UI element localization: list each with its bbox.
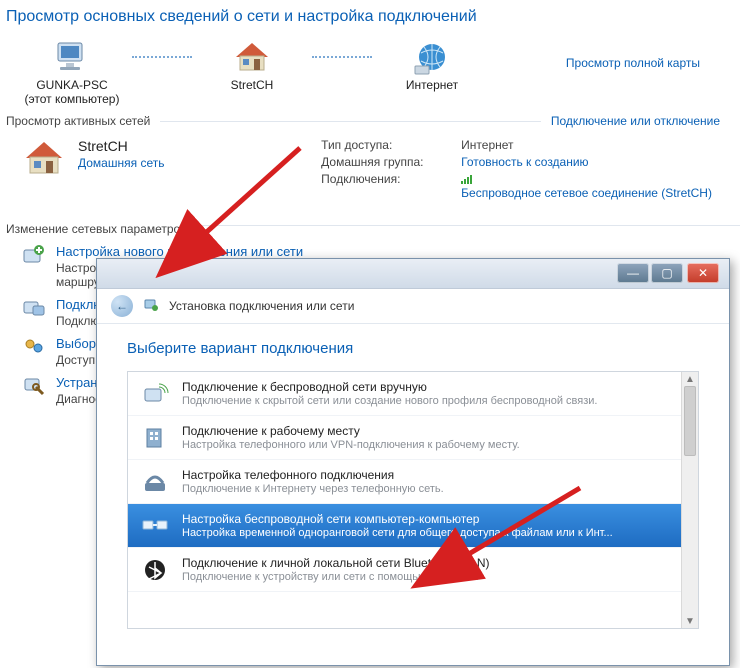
scroll-up-icon[interactable]: ▲	[682, 372, 698, 386]
back-button[interactable]: ←	[111, 295, 133, 317]
active-network-block: StretCH Домашняя сеть Тип доступа: Интер…	[0, 128, 740, 206]
active-networks-label: Просмотр активных сетей	[0, 114, 150, 128]
wireless-icon	[140, 381, 170, 407]
connection-link[interactable]: Беспроводное сетевое соединение (StretCH…	[461, 186, 712, 200]
wizard-title: Установка подключения или сети	[169, 299, 354, 313]
access-type-value: Интернет	[461, 138, 732, 152]
globe-icon	[412, 36, 452, 78]
separator-line	[160, 121, 541, 122]
connections-label: Подключения:	[321, 172, 461, 200]
map-local-name: GUNKA-PSC	[36, 78, 107, 92]
map-internet: Интернет	[372, 36, 492, 92]
map-connector	[132, 56, 192, 58]
signal-icon	[461, 172, 479, 186]
minimize-button[interactable]: —	[617, 263, 649, 283]
page-heading: Просмотр основных сведений о сети и наст…	[0, 0, 740, 32]
option-desc: Подключение к устройству или сети с помо…	[182, 571, 490, 583]
homegroup-label: Домашняя группа:	[321, 155, 461, 169]
phone-icon	[140, 469, 170, 495]
house-icon	[232, 36, 272, 78]
option-title: Подключение к личной локальной сети Blue…	[182, 556, 490, 570]
new-connection-icon	[22, 244, 46, 266]
option-manual-wireless[interactable]: Подключение к беспроводной сети вручную …	[128, 372, 698, 416]
homegroup-icon	[22, 336, 46, 358]
view-full-map-link[interactable]: Просмотр полной карты	[566, 36, 700, 70]
wizard-heading: Выберите вариант подключения	[127, 340, 699, 357]
map-router-name: StretCH	[231, 78, 274, 92]
option-title: Подключение к рабочему месту	[182, 424, 520, 438]
shield-icon	[143, 297, 159, 316]
building-icon	[140, 425, 170, 451]
connect-disconnect-link[interactable]: Подключение или отключение	[551, 114, 740, 128]
option-title: Настройка телефонного подключения	[182, 468, 444, 482]
access-type-label: Тип доступа:	[321, 138, 461, 152]
option-desc: Подключение к Интернету через телефонную…	[182, 483, 444, 495]
option-title: Подключение к беспроводной сети вручную	[182, 380, 597, 394]
separator-line	[197, 225, 740, 226]
adhoc-icon	[140, 513, 170, 539]
option-bluetooth-pan[interactable]: Подключение к личной локальной сети Blue…	[128, 548, 698, 592]
scroll-thumb[interactable]	[684, 386, 696, 456]
bluetooth-icon	[140, 557, 170, 583]
param-title: Настройка нового подключения или сети	[56, 244, 730, 259]
option-workplace[interactable]: Подключение к рабочему месту Настройка т…	[128, 416, 698, 460]
option-dialup[interactable]: Настройка телефонного подключения Подклю…	[128, 460, 698, 504]
connect-icon	[22, 297, 46, 319]
option-desc: Настройка телефонного или VPN-подключени…	[182, 439, 520, 451]
option-desc: Настройка временной одноранговой сети дл…	[182, 527, 613, 539]
map-internet-name: Интернет	[406, 78, 458, 92]
home-network-link[interactable]: Домашняя сеть	[78, 156, 164, 170]
map-local-computer: GUNKA-PSC (этот компьютер)	[12, 36, 132, 106]
troubleshoot-icon	[22, 375, 46, 397]
active-network-name: StretCH	[78, 138, 164, 154]
wizard-header: ← Установка подключения или сети	[97, 289, 729, 324]
wizard-titlebar[interactable]: — ▢ ✕	[97, 259, 729, 289]
close-button[interactable]: ✕	[687, 263, 719, 283]
computer-icon	[52, 36, 92, 78]
wizard-body: Выберите вариант подключения Подключение…	[97, 324, 729, 664]
change-network-params-label: Изменение сетевых параметров	[0, 212, 187, 238]
option-desc: Подключение к скрытой сети или создание …	[182, 395, 597, 407]
option-list: Подключение к беспроводной сети вручную …	[127, 371, 699, 629]
active-networks-header: Просмотр активных сетей Подключение или …	[0, 114, 740, 128]
option-title: Настройка беспроводной сети компьютер-ко…	[182, 512, 613, 526]
map-connector	[312, 56, 372, 58]
map-local-subtitle: (этот компьютер)	[25, 92, 120, 106]
active-network-details: Тип доступа: Интернет Домашняя группа: Г…	[321, 138, 732, 200]
house-icon	[22, 138, 66, 181]
maximize-button[interactable]: ▢	[651, 263, 683, 283]
network-map: GUNKA-PSC (этот компьютер) StretCH Интер…	[0, 32, 740, 108]
option-adhoc-wireless[interactable]: Настройка беспроводной сети компьютер-ко…	[128, 504, 698, 548]
scroll-down-icon[interactable]: ▼	[682, 614, 698, 628]
homegroup-link[interactable]: Готовность к созданию	[461, 155, 732, 169]
wizard-window: — ▢ ✕ ← Установка подключения или сети В…	[96, 258, 730, 666]
map-router: StretCH	[192, 36, 312, 92]
scrollbar[interactable]: ▲ ▼	[681, 372, 698, 628]
